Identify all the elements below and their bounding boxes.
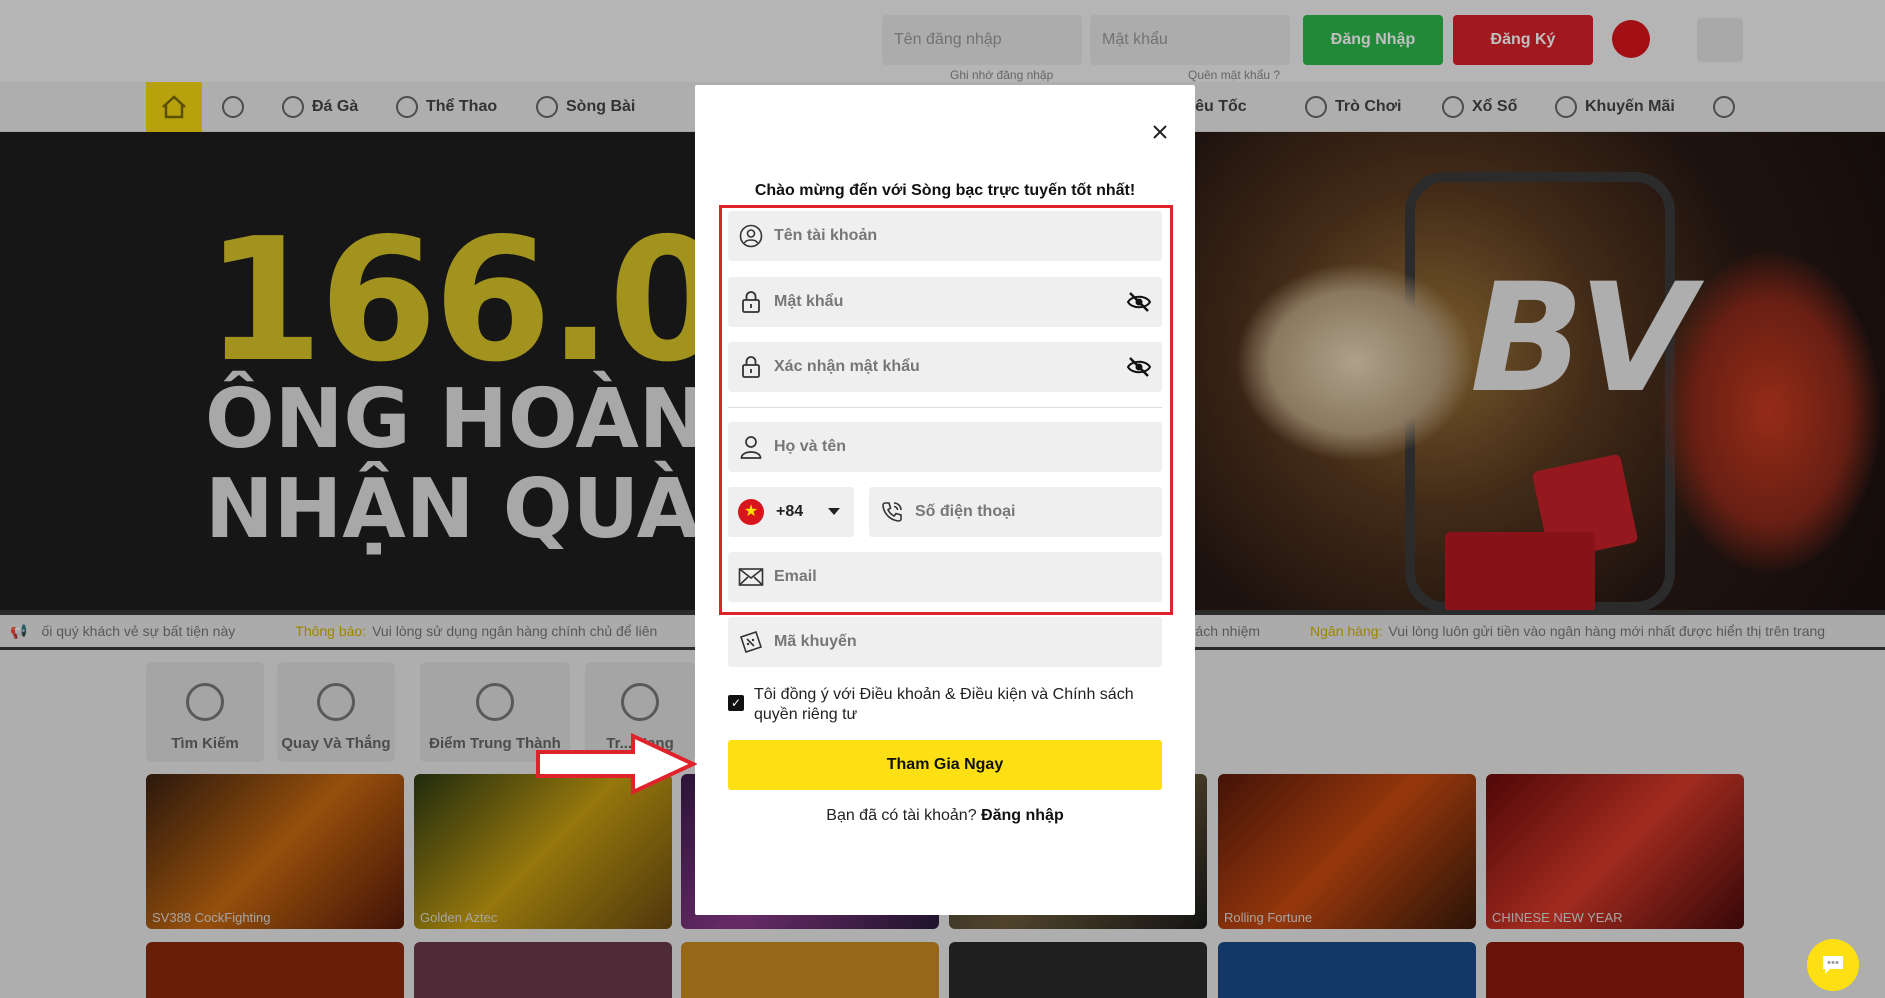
phone-icon xyxy=(879,499,905,525)
register-modal: Chào mừng đến với Sòng bạc trực tuyến tố… xyxy=(695,85,1195,915)
eye-off-icon[interactable] xyxy=(1126,289,1152,315)
form-divider xyxy=(728,407,1162,408)
terms-agreement: ✓ Tôi đồng ý với Điều khoản & Điều kiện … xyxy=(728,685,1162,725)
vietnam-flag-icon: ★ xyxy=(738,499,764,525)
have-account-row: Bạn đã có tài khoản? Đăng nhập xyxy=(695,807,1195,825)
account-placeholder: Tên tài khoản xyxy=(774,227,878,244)
chat-icon xyxy=(1823,956,1843,974)
terms-text: Tôi đồng ý với Điều khoản & Điều kiện và… xyxy=(754,686,1134,723)
join-now-button[interactable]: Tham Gia Ngay xyxy=(728,740,1162,790)
lock-icon xyxy=(738,289,764,315)
phone-input[interactable]: Số điện thoại xyxy=(869,487,1162,537)
password-placeholder: Mật khẩu xyxy=(774,293,844,310)
eye-off-icon[interactable] xyxy=(1126,354,1152,380)
annotation-arrow-icon xyxy=(536,733,697,795)
phone-placeholder: Số điện thoại xyxy=(915,503,1016,520)
country-code-value: +84 xyxy=(776,503,804,520)
country-code-select[interactable]: ★ +84 xyxy=(728,487,854,537)
user-icon xyxy=(738,434,764,460)
login-link[interactable]: Đăng nhập xyxy=(981,807,1064,824)
close-icon xyxy=(1153,125,1167,139)
promo-code-input[interactable]: Mã khuyến xyxy=(728,617,1162,667)
fullname-input[interactable]: Họ và tên xyxy=(728,422,1162,472)
email-placeholder: Email xyxy=(774,568,817,585)
confirm-password-input[interactable]: Xác nhận mật khẩu xyxy=(728,342,1162,392)
terms-checkbox[interactable]: ✓ xyxy=(728,695,744,711)
lock-icon xyxy=(738,354,764,380)
fullname-placeholder: Họ và tên xyxy=(774,438,847,455)
mail-icon xyxy=(738,564,764,590)
promo-code-placeholder: Mã khuyến xyxy=(774,633,857,650)
chat-button[interactable] xyxy=(1807,939,1859,991)
user-circle-icon xyxy=(738,223,764,249)
password-input[interactable]: Mật khẩu xyxy=(728,277,1162,327)
confirm-password-placeholder: Xác nhận mật khẩu xyxy=(774,358,920,375)
close-button[interactable] xyxy=(1145,117,1175,147)
ticket-icon xyxy=(738,629,764,655)
account-input[interactable]: Tên tài khoản xyxy=(728,211,1162,261)
welcome-heading: Chào mừng đến với Sòng bạc trực tuyến tố… xyxy=(754,182,1136,199)
chevron-down-icon xyxy=(828,508,840,515)
email-input[interactable]: Email xyxy=(728,552,1162,602)
have-account-text: Bạn đã có tài khoản? xyxy=(826,807,977,824)
